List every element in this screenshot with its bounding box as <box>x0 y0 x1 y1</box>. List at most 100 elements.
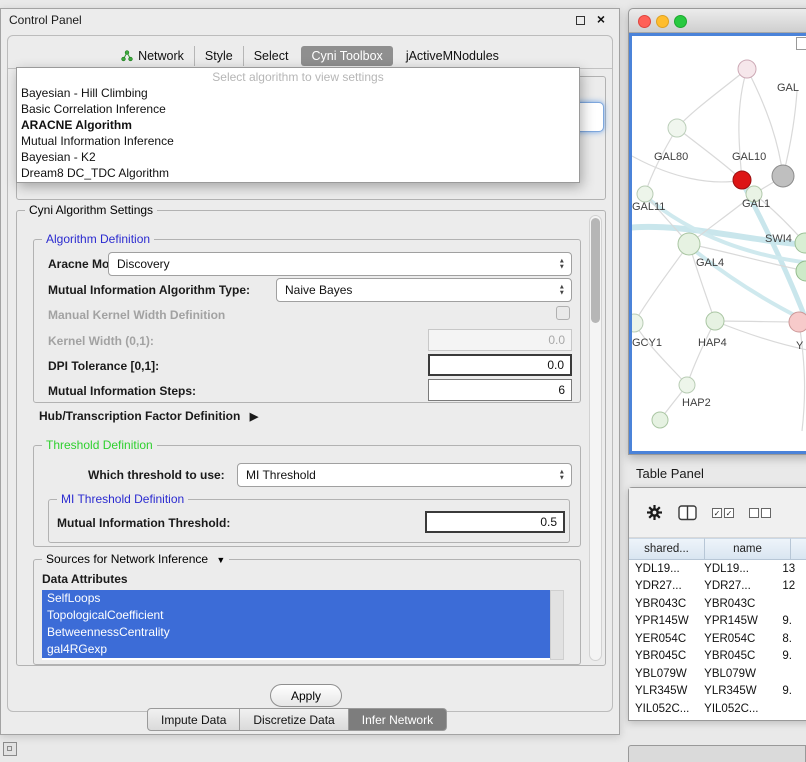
apply-button[interactable]: Apply <box>270 684 342 707</box>
algorithm-option[interactable]: Bayesian - Hill Climbing <box>17 85 579 101</box>
table-column-header[interactable]: shared... <box>629 538 705 560</box>
table-row[interactable]: YPR145WYPR145W9. <box>629 613 806 631</box>
table-cell: YDL19... <box>698 563 776 575</box>
table-row[interactable]: YIL052C...YIL052C... <box>629 700 806 718</box>
network-node[interactable] <box>706 312 724 330</box>
network-node-label: GAL <box>777 82 799 94</box>
table-cell: 9. <box>776 615 806 627</box>
data-attribute-item[interactable]: SelfLoops <box>42 590 550 607</box>
mac-minimize-button[interactable] <box>656 15 669 28</box>
canvas-corner-widget[interactable] <box>796 37 806 50</box>
algorithm-option[interactable]: ARACNE Algorithm <box>17 117 579 133</box>
table-row[interactable]: YBR045CYBR045C9. <box>629 648 806 666</box>
algorithm-option[interactable]: Bayesian - K2 <box>17 149 579 165</box>
network-graph: GALGAL80GAL10GAL11GAL1SWI4GAL4GCY1HAP4YH… <box>632 36 806 453</box>
network-node[interactable] <box>772 165 794 187</box>
mi-steps-label: Mutual Information Steps: <box>48 384 196 398</box>
network-node-label: GAL4 <box>696 257 724 269</box>
tab-infer-network[interactable]: Infer Network <box>349 708 447 731</box>
cyni-algorithm-settings-group: Cyni Algorithm Settings Algorithm Defini… <box>16 210 606 666</box>
data-attributes-list[interactable]: SelfLoopsTopologicalCoefficientBetweenne… <box>42 590 550 660</box>
deselect-all-columns-icon[interactable] <box>749 508 771 518</box>
table-row[interactable]: YDR27...YDR27...12 <box>629 578 806 596</box>
network-node-label: GAL10 <box>732 151 766 163</box>
table-cell: YER054C <box>698 633 776 645</box>
data-attribute-item[interactable]: gal4RGexp <box>42 641 550 658</box>
network-node[interactable] <box>679 377 695 393</box>
float-window-icon[interactable] <box>576 16 585 25</box>
sources-section-toggle[interactable]: Sources for Network Inference ▼ <box>42 552 229 566</box>
mi-type-combobox[interactable]: Naive Bayes ▲▼ <box>276 278 572 302</box>
tab-cyni-toolbox[interactable]: Cyni Toolbox <box>301 46 392 66</box>
algorithm-option[interactable]: Dream8 DC_TDC Algorithm <box>17 165 579 181</box>
table-row[interactable]: YDL19...YDL19...13 <box>629 560 806 578</box>
chevron-down-icon: ▼ <box>216 555 225 565</box>
network-node[interactable] <box>738 60 756 78</box>
network-node[interactable] <box>795 233 806 253</box>
attributes-list-scrollbar[interactable] <box>550 590 564 660</box>
combobox-value: Discovery <box>117 257 170 271</box>
tab-network[interactable]: Network <box>111 46 194 66</box>
network-window-titlebar <box>629 9 806 33</box>
manual-kernel-label: Manual Kernel Width Definition <box>48 308 225 322</box>
manual-kernel-checkbox[interactable] <box>556 306 570 320</box>
tab-select[interactable]: Select <box>243 46 299 66</box>
network-node[interactable] <box>632 314 643 332</box>
tab-discretize-data[interactable]: Discretize Data <box>240 708 348 731</box>
mi-threshold-field[interactable]: 0.5 <box>425 511 565 533</box>
mi-threshold-definition-title: MI Threshold Definition <box>57 492 188 506</box>
table-cell: YPR145W <box>698 615 776 627</box>
algorithm-option[interactable]: Basic Correlation Inference <box>17 101 579 117</box>
table-cell: YDR27... <box>629 580 698 592</box>
network-node-label: HAP4 <box>698 337 727 349</box>
mi-steps-field[interactable]: 6 <box>428 379 572 401</box>
desktop: Control Panel × Network Style <box>0 0 806 762</box>
threshold-definition-group: Threshold Definition Which threshold to … <box>33 445 581 547</box>
table-cell: YIL052C... <box>629 703 698 715</box>
kernel-width-label: Kernel Width (0,1): <box>48 334 154 348</box>
mac-close-button[interactable] <box>638 15 651 28</box>
table-column-header[interactable] <box>791 538 806 560</box>
network-icon <box>121 50 133 62</box>
aracne-mode-combobox[interactable]: Discovery ▲▼ <box>108 252 572 276</box>
scrollbar-thumb[interactable] <box>591 218 600 323</box>
tab-jactivemnodules[interactable]: jActiveMNodules <box>396 46 509 66</box>
data-attribute-item[interactable]: TopologicalCoefficient <box>42 607 550 624</box>
table-body: YDL19...YDL19...13YDR27...YDR27...12YBR0… <box>629 560 806 720</box>
tab-impute-data[interactable]: Impute Data <box>147 708 240 731</box>
table-row[interactable]: YER054CYER054C8. <box>629 630 806 648</box>
minimized-panel-icon[interactable] <box>3 742 17 756</box>
kernel-width-field[interactable]: 0.0 <box>428 329 572 351</box>
mac-zoom-button[interactable] <box>674 15 687 28</box>
gear-icon[interactable] <box>646 504 663 521</box>
network-node[interactable] <box>668 119 686 137</box>
data-attributes-label: Data Attributes <box>42 572 128 586</box>
combobox-stepper-icon: ▲▼ <box>559 285 565 296</box>
network-node[interactable] <box>796 261 806 281</box>
select-all-columns-icon[interactable]: ✓✓ <box>712 508 734 518</box>
data-attribute-item[interactable]: BetweennessCentrality <box>42 624 550 641</box>
network-node[interactable] <box>652 412 668 428</box>
close-icon[interactable]: × <box>597 11 605 27</box>
network-node[interactable] <box>789 312 806 332</box>
network-node[interactable] <box>733 171 751 189</box>
settings-scrollbar[interactable] <box>589 215 602 661</box>
control-panel-titlebar: Control Panel × <box>1 9 619 31</box>
mi-threshold-definition-group: MI Threshold Definition Mutual Informati… <box>48 499 570 543</box>
table-row[interactable]: YBL079WYBL079W <box>629 665 806 683</box>
columns-icon[interactable] <box>678 505 697 521</box>
network-node[interactable] <box>637 186 653 202</box>
tab-style[interactable]: Style <box>194 46 243 66</box>
table-cell: YPR145W <box>629 615 698 627</box>
table-row[interactable]: YLR345WYLR345W9. <box>629 683 806 701</box>
table-row[interactable]: YBR043CYBR043C <box>629 595 806 613</box>
combobox-value: MI Threshold <box>246 468 316 482</box>
algorithm-option[interactable]: Mutual Information Inference <box>17 133 579 149</box>
collapsed-panel-bar[interactable] <box>628 745 806 762</box>
hub-factor-section-toggle[interactable]: Hub/Transcription Factor Definition ▶ <box>39 409 258 423</box>
which-threshold-combobox[interactable]: MI Threshold ▲▼ <box>237 463 572 487</box>
network-node[interactable] <box>678 233 700 255</box>
table-column-header[interactable]: name <box>705 538 791 560</box>
dpi-tolerance-field[interactable]: 0.0 <box>428 354 572 376</box>
network-canvas[interactable]: GALGAL80GAL10GAL11GAL1SWI4GAL4GCY1HAP4YH… <box>629 33 806 454</box>
